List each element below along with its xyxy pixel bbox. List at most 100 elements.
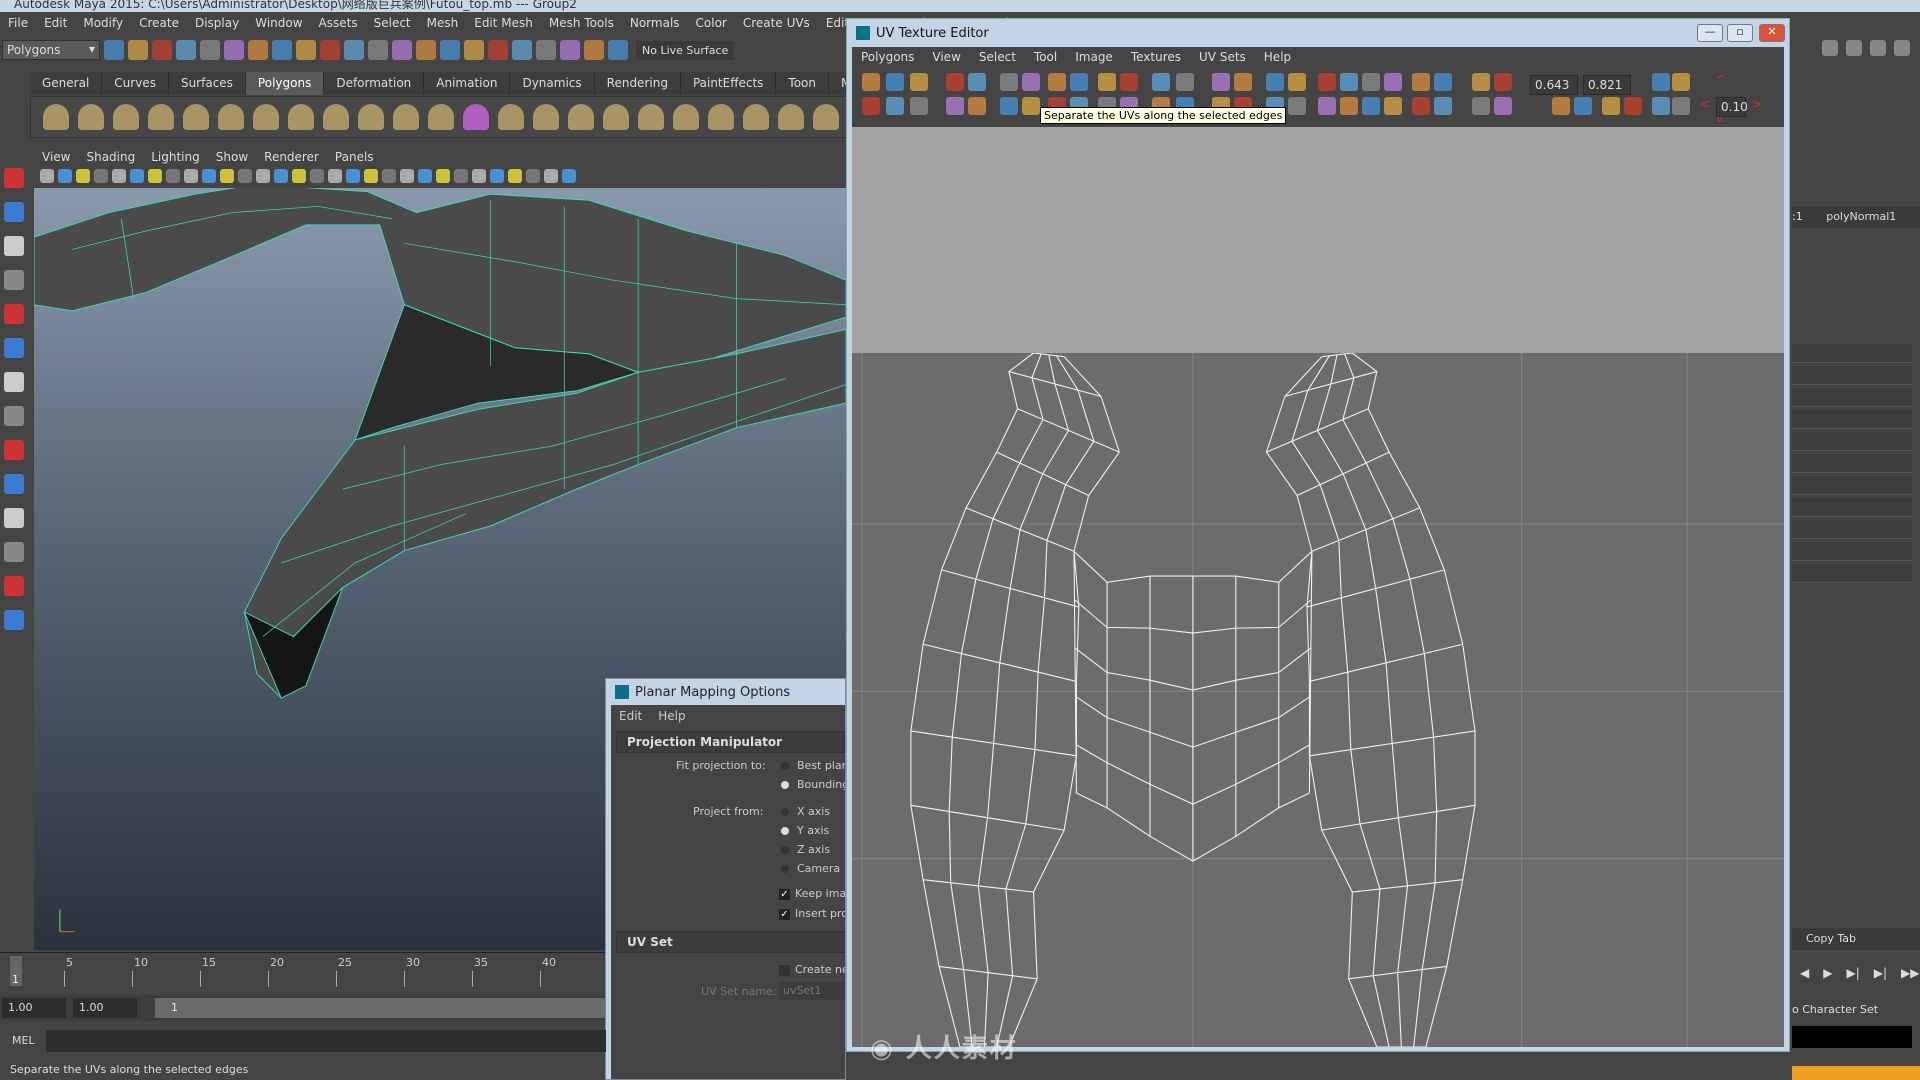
uv-grid-area[interactable] [852, 353, 1784, 1047]
uv-menu-image[interactable]: Image [1066, 50, 1122, 64]
shelf-polygon-tool-icon[interactable] [358, 104, 384, 130]
toolbox-tool-icon[interactable] [4, 270, 24, 290]
menu-color[interactable]: Color [688, 16, 735, 30]
viewport-tool-icon[interactable] [400, 169, 414, 183]
live-surface-field[interactable]: No Live Surface [636, 40, 735, 60]
shelf-polygon-tool-icon[interactable] [113, 104, 139, 130]
toolbox-tool-icon[interactable] [4, 304, 24, 324]
viewport-tool-icon[interactable] [58, 169, 72, 183]
shelf-polygon-tool-icon[interactable] [603, 104, 629, 130]
menu-select[interactable]: Select [366, 16, 419, 30]
toolbox-tool-icon[interactable] [4, 236, 24, 256]
toolbox-tool-icon[interactable] [4, 542, 24, 562]
status-tool-icon[interactable] [608, 40, 628, 60]
uv-tool-icon[interactable] [1552, 97, 1570, 115]
viewport-tool-icon[interactable] [94, 169, 108, 183]
viewport-tool-icon[interactable] [130, 169, 144, 183]
menu-display[interactable]: Display [187, 16, 247, 30]
status-tool-icon[interactable] [320, 40, 340, 60]
uv-tool-icon[interactable] [1472, 97, 1490, 115]
viewport-tool-icon[interactable] [508, 169, 522, 183]
viewport-tool-icon[interactable] [220, 169, 234, 183]
shelf-tab-rendering[interactable]: Rendering [595, 72, 681, 95]
uv-menu-help[interactable]: Help [1255, 50, 1300, 64]
uv-tool-icon[interactable] [1120, 73, 1138, 91]
uv-editor-title-bar[interactable]: UV Texture Editor — ▫ ✕ [852, 19, 1785, 47]
viewport-tool-icon[interactable] [544, 169, 558, 183]
status-tool-icon[interactable] [272, 40, 292, 60]
viewport-tool-icon[interactable] [328, 169, 342, 183]
shelf-polygon-tool-icon[interactable] [638, 104, 664, 130]
uv-tool-icon[interactable] [1340, 97, 1358, 115]
attribute-row[interactable] [1792, 454, 1912, 473]
uv-tool-icon[interactable] [1266, 73, 1284, 91]
shelf-tab-curves[interactable]: Curves [102, 72, 169, 95]
minimize-button[interactable]: — [1697, 24, 1723, 42]
uv-tool-icon[interactable] [1288, 73, 1306, 91]
mel-label[interactable]: MEL [12, 1034, 35, 1047]
uv-tool-icon[interactable] [1318, 97, 1336, 115]
uv-tool-icon[interactable] [1234, 73, 1252, 91]
toolbox-tool-icon[interactable] [4, 406, 24, 426]
viewport-menu-panels[interactable]: Panels [327, 150, 382, 164]
toolbox-tool-icon[interactable] [4, 508, 24, 528]
uv-tool-icon[interactable] [946, 97, 964, 115]
uv-menu-textures[interactable]: Textures [1122, 50, 1190, 64]
viewport-tool-icon[interactable] [454, 169, 468, 183]
uv-tool-icon[interactable] [1000, 97, 1018, 115]
toolbox-tool-icon[interactable] [4, 440, 24, 460]
uv-menu-view[interactable]: View [923, 50, 969, 64]
step-back-icon[interactable]: ◀ [1800, 966, 1809, 980]
time-slider[interactable]: 1 5 10 15 20 25 30 35 40 [0, 952, 605, 990]
menu-create-uvs[interactable]: Create UVs [735, 16, 818, 30]
shelf-polygon-tool-icon[interactable] [148, 104, 174, 130]
u-value-field[interactable]: 0.643 [1530, 75, 1578, 95]
shelf-polygon-tool-icon[interactable] [463, 104, 489, 130]
radio-x-axis[interactable]: X axis [781, 805, 830, 818]
script-editor-field[interactable] [1792, 1026, 1912, 1048]
shelf-polygon-tool-icon[interactable] [393, 104, 419, 130]
start-time-field[interactable]: 1.00 [2, 998, 66, 1018]
radio-camera[interactable]: Camera [781, 862, 840, 875]
node-tab-polynormal[interactable]: polyNormal1 [1826, 210, 1896, 223]
menu-edit-mesh[interactable]: Edit Mesh [466, 16, 541, 30]
uv-nudge-arrow-icon[interactable]: > [1752, 97, 1762, 111]
status-tool-icon[interactable] [344, 40, 364, 60]
uv-menu-select[interactable]: Select [970, 50, 1025, 64]
shelf-polygon-tool-icon[interactable] [498, 104, 524, 130]
viewport-menu-shading[interactable]: Shading [78, 150, 143, 164]
shelf-polygon-tool-icon[interactable] [708, 104, 734, 130]
shelf-polygon-tool-icon[interactable] [673, 104, 699, 130]
viewport-tool-icon[interactable] [436, 169, 450, 183]
shelf-polygon-tool-icon[interactable] [568, 104, 594, 130]
playback-start-field[interactable]: 1.00 [73, 998, 137, 1018]
go-to-end-icon[interactable]: ▶▶| [1901, 966, 1920, 980]
attribute-row[interactable] [1792, 344, 1912, 363]
uv-tool-icon[interactable] [1672, 73, 1690, 91]
uv-tool-icon[interactable] [968, 97, 986, 115]
menu-set-dropdown[interactable]: Polygons [2, 40, 100, 60]
viewport-tool-icon[interactable] [166, 169, 180, 183]
uv-nudge-arrow-icon[interactable]: < [1700, 97, 1710, 111]
uv-tool-icon[interactable] [1434, 73, 1452, 91]
uv-nudge-arrow-icon[interactable]: ^ [1716, 73, 1726, 87]
uv-tool-icon[interactable] [968, 73, 986, 91]
next-key-icon[interactable]: ▶| [1874, 966, 1887, 980]
viewport-menu-lighting[interactable]: Lighting [143, 150, 208, 164]
status-tool-icon[interactable] [512, 40, 532, 60]
create-new-uvset-checkbox[interactable]: Create new UV Set [779, 963, 845, 976]
attribute-row[interactable] [1792, 520, 1912, 539]
attribute-row[interactable] [1792, 498, 1912, 517]
menu-assets[interactable]: Assets [311, 16, 366, 30]
menu-modify[interactable]: Modify [75, 16, 131, 30]
uv-tool-icon[interactable] [1152, 73, 1170, 91]
viewport-tool-icon[interactable] [418, 169, 432, 183]
viewport-tool-icon[interactable] [112, 169, 126, 183]
uv-tool-icon[interactable] [1624, 97, 1642, 115]
toolbox-tool-icon[interactable] [4, 372, 24, 392]
uv-tool-icon[interactable] [1340, 73, 1358, 91]
status-tool-icon[interactable] [224, 40, 244, 60]
viewport-menu-view[interactable]: View [34, 150, 78, 164]
shelf-polygon-tool-icon[interactable] [323, 104, 349, 130]
menu-edit[interactable]: Edit [36, 16, 75, 30]
